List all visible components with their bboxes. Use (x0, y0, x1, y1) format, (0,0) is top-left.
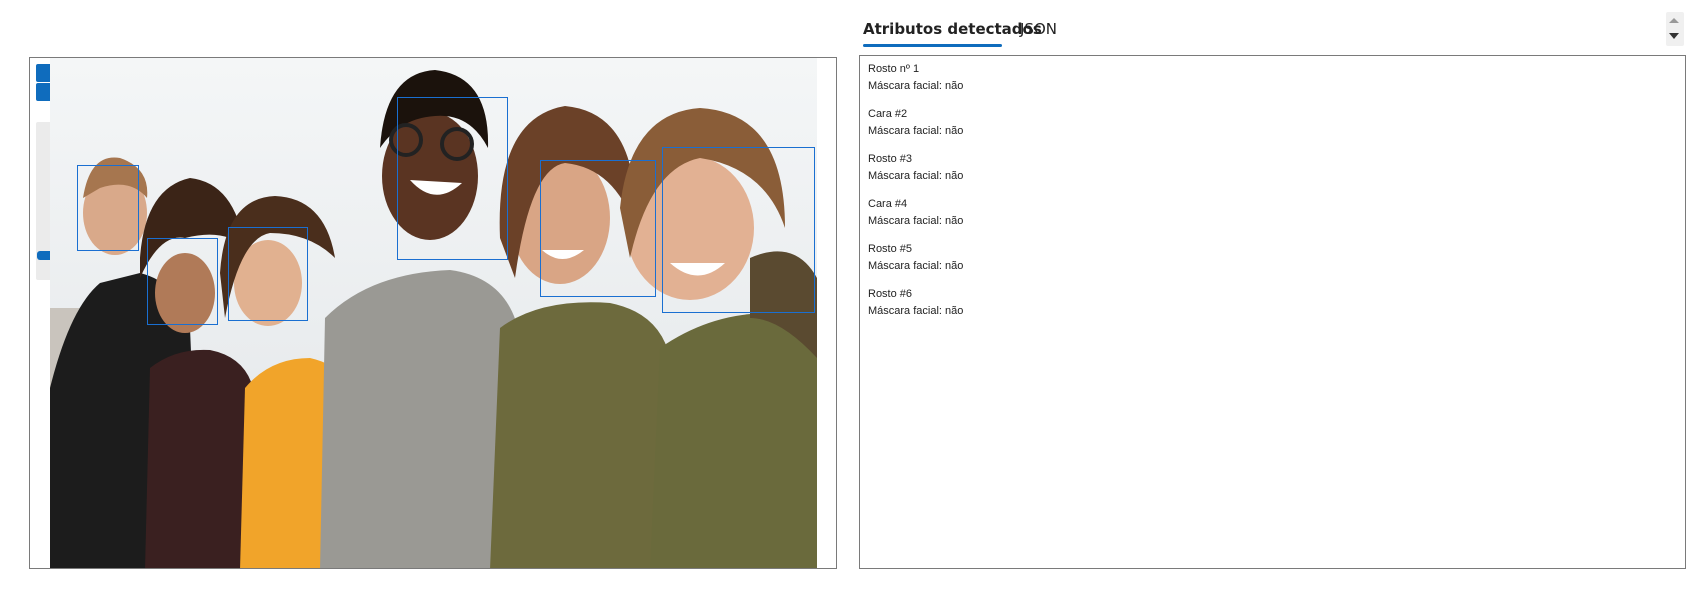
face-title: Cara #2 (868, 108, 908, 120)
face-box-5[interactable] (540, 160, 656, 297)
face-mask-attribute: Máscara facial: não (868, 80, 964, 92)
scroll-up-icon[interactable] (1669, 18, 1679, 23)
tab-detected-attributes[interactable]: Atributos detectados (863, 14, 1042, 44)
face-box-3[interactable] (228, 227, 308, 321)
face-box-2[interactable] (147, 238, 218, 325)
result-item: Rosto nº 1 Máscara facial: não (868, 61, 1677, 95)
face-box-1[interactable] (77, 165, 139, 251)
face-title: Cara #4 (868, 198, 908, 210)
face-title: Rosto #5 (868, 243, 913, 255)
face-box-4[interactable] (397, 97, 508, 260)
face-mask-attribute: Máscara facial: não (868, 125, 964, 137)
face-title: Rosto #3 (868, 153, 913, 165)
detected-attributes-panel: Rosto nº 1 Máscara facial: não Cara #2 Másc… (859, 55, 1686, 569)
tab-json[interactable]: JSON (1020, 14, 1057, 44)
image-viewer (29, 57, 837, 569)
result-item: Rosto #3 Máscara facial: não (868, 151, 1677, 185)
scroll-down-icon[interactable] (1669, 33, 1679, 39)
analyzed-photo (50, 58, 817, 568)
face-box-6[interactable] (662, 147, 815, 313)
face-mask-attribute: Máscara facial: não (868, 215, 964, 227)
face-title: Rosto #6 (868, 288, 913, 300)
active-tab-indicator (863, 44, 1002, 47)
result-item: Rosto #6 Máscara facial: não (868, 286, 1677, 320)
face-mask-attribute: Máscara facial: não (868, 305, 964, 317)
result-item: Rosto #5 Máscara facial: não (868, 241, 1677, 275)
result-item: Cara #4 Máscara facial: não (868, 196, 1677, 230)
panel-scroll-control[interactable] (1666, 12, 1684, 46)
face-mask-attribute: Máscara facial: não (868, 260, 964, 272)
result-item: Cara #2 Máscara facial: não (868, 106, 1677, 140)
results-list: Rosto nº 1 Máscara facial: não Cara #2 Másc… (860, 56, 1685, 336)
face-mask-attribute: Máscara facial: não (868, 170, 964, 182)
face-title: Rosto nº 1 (868, 63, 920, 75)
